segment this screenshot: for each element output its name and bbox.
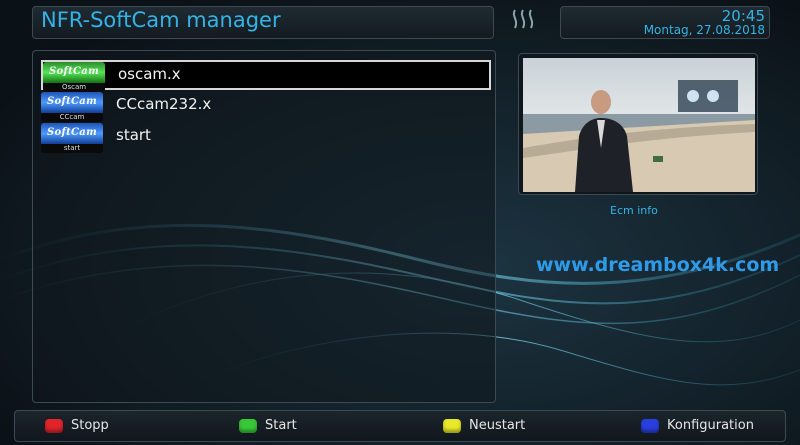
list-item[interactable]: SoftCam Oscam oscam.x	[41, 60, 491, 92]
video-preview-image	[523, 58, 755, 192]
list-item-label: oscam.x	[118, 65, 181, 83]
stopp-button[interactable]: Stopp	[45, 418, 109, 433]
ecm-info-label: Ecm info	[610, 204, 658, 217]
softcam-icon: SoftCam Oscam	[43, 62, 105, 92]
list-item-label: start	[116, 126, 151, 144]
stopp-label: Stopp	[71, 418, 109, 433]
neustart-label: Neustart	[469, 418, 526, 433]
softcam-icon: SoftCam start	[41, 123, 103, 153]
softcam-icon: SoftCam CCcam	[41, 92, 103, 122]
neustart-button[interactable]: Neustart	[443, 418, 525, 433]
clock-panel: 20:45 Montag, 27.08.2018	[560, 6, 770, 39]
list-item-label: CCcam232.x	[116, 95, 212, 113]
start-label: Start	[265, 418, 297, 433]
tv-preview	[518, 53, 758, 195]
konfiguration-button[interactable]: Konfiguration	[641, 418, 754, 433]
konfiguration-label: Konfiguration	[667, 418, 754, 433]
blue-key-icon	[641, 418, 659, 433]
start-button[interactable]: Start	[239, 418, 297, 433]
green-key-icon	[239, 418, 257, 433]
red-key-icon	[45, 418, 63, 433]
title-panel: NFR-SoftCam manager	[32, 6, 494, 39]
clock-date: Montag, 27.08.2018	[643, 23, 765, 37]
page-title: NFR-SoftCam manager	[41, 8, 281, 32]
wave-logo-icon	[512, 9, 534, 29]
yellow-key-icon	[443, 418, 461, 433]
softcam-list: SoftCam Oscam oscam.x SoftCam CCcam CCca…	[32, 50, 496, 403]
list-item[interactable]: SoftCam start start	[41, 123, 491, 153]
footer-bar: Stopp Start Neustart Konfiguration	[14, 410, 786, 442]
watermark-text: www.dreambox4k.com	[536, 254, 780, 276]
list-item[interactable]: SoftCam CCcam CCcam232.x	[41, 92, 491, 122]
